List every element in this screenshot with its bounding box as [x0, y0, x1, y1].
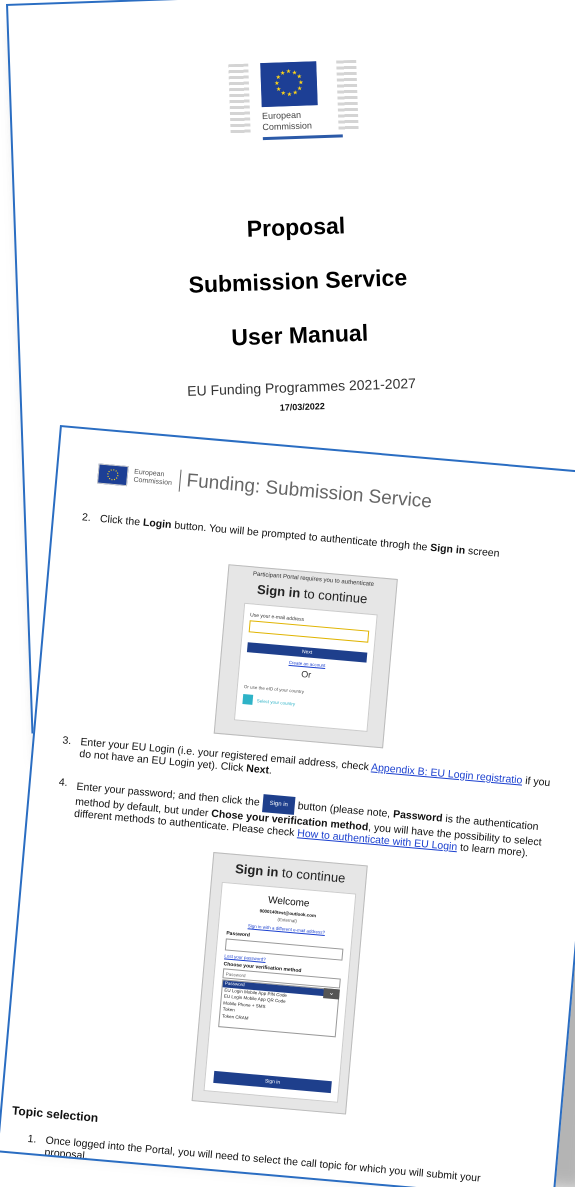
header-org-name: European Commission [133, 468, 173, 487]
step-number: 2. [81, 511, 92, 525]
step-bold: Next [245, 762, 270, 777]
signin-screenshot: Participant Portal requires you to authe… [213, 564, 398, 749]
step-number: 3. [61, 734, 72, 748]
header-title: Funding: Submission Service [185, 470, 433, 513]
svg-text:★: ★ [287, 91, 293, 98]
signin-heading-rest: to continue [277, 864, 347, 886]
eid-person-icon [242, 693, 254, 705]
ec-logo: ★ ★ ★ ★ ★ ★ ★ ★ ★ ★ ★ ★ European Commission [228, 52, 359, 156]
password-label: Password [226, 930, 251, 939]
step-number: 1. [27, 1132, 37, 1146]
topic-selection-heading: Topic selection [11, 1103, 99, 1125]
step-bold: Sign in [429, 541, 466, 557]
eu-flag-icon: ★ ★ ★ ★ ★ ★ ★ ★ ★ ★ ★ ★ [260, 61, 318, 108]
svg-text:★: ★ [292, 89, 298, 96]
page-header: European Commission Funding: Submission … [97, 461, 433, 516]
step-bold: Password [392, 808, 444, 825]
step-text: screen [464, 544, 500, 560]
cover-title-line1: Proposal [246, 212, 346, 242]
sign-in-button: Sign in [213, 1070, 332, 1094]
step-bold: Login [142, 516, 172, 532]
step-text: Once logged into the Portal, you will ne… [44, 1134, 482, 1185]
password-screenshot: Sign in to continue Welcome 9000140test@… [191, 851, 368, 1115]
step-text: button. You will be prompted to authenti… [170, 519, 431, 554]
manual-page: European Commission Funding: Submission … [0, 425, 575, 1187]
eid-link: Select your country [256, 698, 296, 707]
lost-password-link: Lost your password? [224, 953, 266, 962]
step-number: 4. [58, 776, 69, 790]
appendix-b-link[interactable]: Appendix B: EU Login registratio [371, 761, 523, 786]
signin-heading-bold: Sign in [234, 860, 280, 880]
org-name: European Commission [261, 109, 313, 133]
header-divider [178, 469, 182, 492]
signin-card: Use your e-mail address Next Create an a… [233, 602, 378, 732]
step-text: . [268, 764, 273, 777]
chevron-down-icon: ⌄ [323, 988, 340, 1000]
logo-bar [262, 134, 343, 141]
email-field [248, 620, 370, 643]
eid-label: Or use the eID of your country [243, 684, 305, 695]
signin-heading-rest: to continue [299, 585, 368, 607]
svg-text:★: ★ [286, 68, 292, 75]
cover-title-line3: User Manual [230, 319, 369, 351]
signin-heading-bold: Sign in [256, 581, 301, 601]
svg-text:★: ★ [280, 70, 286, 77]
logo-stripes-left [228, 63, 251, 135]
cover-title-line2: Submission Service [188, 264, 408, 298]
verification-dropdown: Password EU Login Mobile App PIN Code EU… [218, 979, 340, 1038]
eu-flag-icon [97, 463, 129, 487]
step-2: 2. Click the Login button. You will be p… [82, 511, 575, 567]
step-1: 1. Once logged into the Portal, you will… [26, 1133, 526, 1187]
step-text: Click the [99, 512, 144, 529]
password-card: Welcome 9000140test@outlook.com (Externa… [203, 881, 357, 1103]
